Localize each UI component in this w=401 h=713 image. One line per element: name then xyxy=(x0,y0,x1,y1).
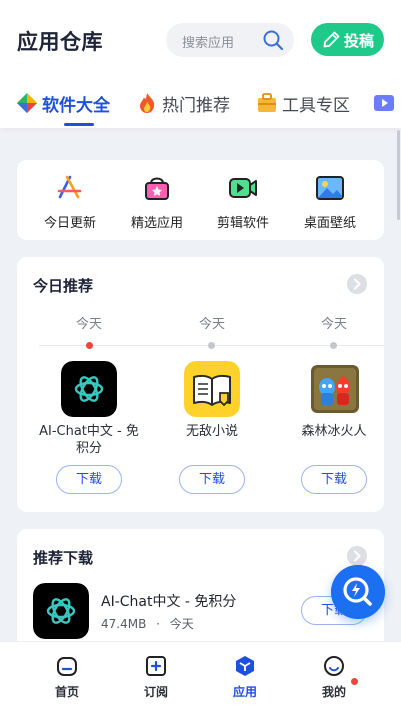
today-recommend-card: 今日推荐 今天 今天 今天 AI-Chat中文 - 免积分 下载 无敌小说 下载 xyxy=(17,257,384,512)
nav-apps[interactable]: 应用 xyxy=(215,654,275,700)
app-name[interactable]: 森林冰火人 xyxy=(279,423,384,440)
profile-icon xyxy=(324,656,344,676)
video-icon xyxy=(374,95,394,111)
home-icon xyxy=(57,657,77,676)
tab-hot[interactable]: 热门推荐 xyxy=(136,88,230,118)
meta-separator: · xyxy=(156,617,160,631)
quick-link-label: 剪辑软件 xyxy=(216,216,269,231)
app-meta: 47.4MB · 今天 xyxy=(101,615,194,632)
app-name[interactable]: AI-Chat中文 - 免积分 xyxy=(101,591,236,611)
novel-app-icon[interactable] xyxy=(184,361,240,417)
download-button[interactable]: 下载 xyxy=(179,465,245,494)
ai-chat-app-icon[interactable] xyxy=(33,583,89,639)
search-input[interactable]: 搜索应用 xyxy=(166,23,294,57)
post-button-label: 投稿 xyxy=(344,32,375,50)
section-title: 推荐下载 xyxy=(33,549,94,567)
download-button[interactable]: 下载 xyxy=(56,465,122,494)
diamond-icon xyxy=(17,93,37,113)
shopping-bag-icon xyxy=(145,177,169,200)
scrollbar[interactable] xyxy=(397,130,400,220)
timeline-dot-current xyxy=(86,342,93,349)
notification-dot xyxy=(351,678,358,685)
top-header: 应用仓库 搜索应用 投稿 软件大全 热门推荐 工具专区 xyxy=(0,0,401,128)
tab-label: 工具专区 xyxy=(282,95,350,116)
quick-link-label: 今日更新 xyxy=(43,216,96,231)
bottom-nav: 首页 订阅 应用 我的 xyxy=(0,641,401,713)
ai-chat-app-icon[interactable] xyxy=(61,361,117,417)
picture-icon xyxy=(316,176,344,200)
toolbox-icon xyxy=(258,93,276,112)
nav-label: 应用 xyxy=(232,685,257,699)
tab-software[interactable]: 软件大全 xyxy=(16,88,110,118)
quick-link-today-update[interactable]: 今日更新 xyxy=(30,172,110,231)
video-camera-icon xyxy=(229,178,257,198)
subscribe-icon xyxy=(146,656,166,676)
page-title: 应用仓库 xyxy=(17,30,103,54)
nav-label: 订阅 xyxy=(143,685,168,699)
app-store-icon xyxy=(57,175,82,199)
active-tab-indicator xyxy=(64,123,94,126)
nav-label: 首页 xyxy=(54,685,79,699)
chevron-right-icon[interactable] xyxy=(347,546,367,566)
tab-video[interactable] xyxy=(373,88,399,118)
flame-icon xyxy=(140,93,155,113)
quick-links-card: 今日更新 精选应用 剪辑软件 桌面壁纸 xyxy=(17,160,384,240)
tab-tools[interactable]: 工具专区 xyxy=(256,88,350,118)
nav-home[interactable]: 首页 xyxy=(37,654,97,700)
app-size: 47.4MB xyxy=(101,617,147,631)
day-label: 今天 xyxy=(198,317,225,332)
day-label: 今天 xyxy=(75,317,102,332)
chevron-right-icon[interactable] xyxy=(347,274,367,294)
quick-link-wallpaper[interactable]: 桌面壁纸 xyxy=(290,172,370,231)
day-label: 今天 xyxy=(320,317,347,332)
quick-link-label: 桌面壁纸 xyxy=(303,216,356,231)
search-placeholder: 搜索应用 xyxy=(182,36,235,51)
fire-ice-game-icon[interactable] xyxy=(311,365,359,413)
apps-icon xyxy=(236,656,254,676)
tab-label: 软件大全 xyxy=(42,95,110,116)
nav-label: 我的 xyxy=(321,685,346,699)
app-name[interactable]: 无敌小说 xyxy=(157,423,267,440)
category-tabs: 软件大全 热门推荐 工具专区 xyxy=(0,84,401,128)
timeline-dot xyxy=(208,342,215,349)
timeline-dot xyxy=(330,342,337,349)
app-name[interactable]: AI-Chat中文 - 免积分 xyxy=(34,423,144,457)
recommend-download-card: 推荐下载 AI-Chat中文 - 免积分 47.4MB · 今天 下载 xyxy=(17,529,384,659)
quick-link-label: 精选应用 xyxy=(130,216,183,231)
quick-link-featured[interactable]: 精选应用 xyxy=(117,172,197,231)
section-title: 今日推荐 xyxy=(33,277,94,295)
tab-label: 热门推荐 xyxy=(162,95,230,116)
nav-profile[interactable]: 我的 xyxy=(304,654,364,700)
post-button[interactable]: 投稿 xyxy=(311,23,384,56)
app-date: 今天 xyxy=(169,617,194,631)
pencil-icon xyxy=(323,31,340,48)
search-icon[interactable] xyxy=(262,29,284,51)
quick-search-fab[interactable] xyxy=(331,565,385,619)
nav-subscribe[interactable]: 订阅 xyxy=(126,654,186,700)
download-button[interactable]: 下载 xyxy=(301,465,367,494)
quick-link-video-editing[interactable]: 剪辑软件 xyxy=(203,172,283,231)
